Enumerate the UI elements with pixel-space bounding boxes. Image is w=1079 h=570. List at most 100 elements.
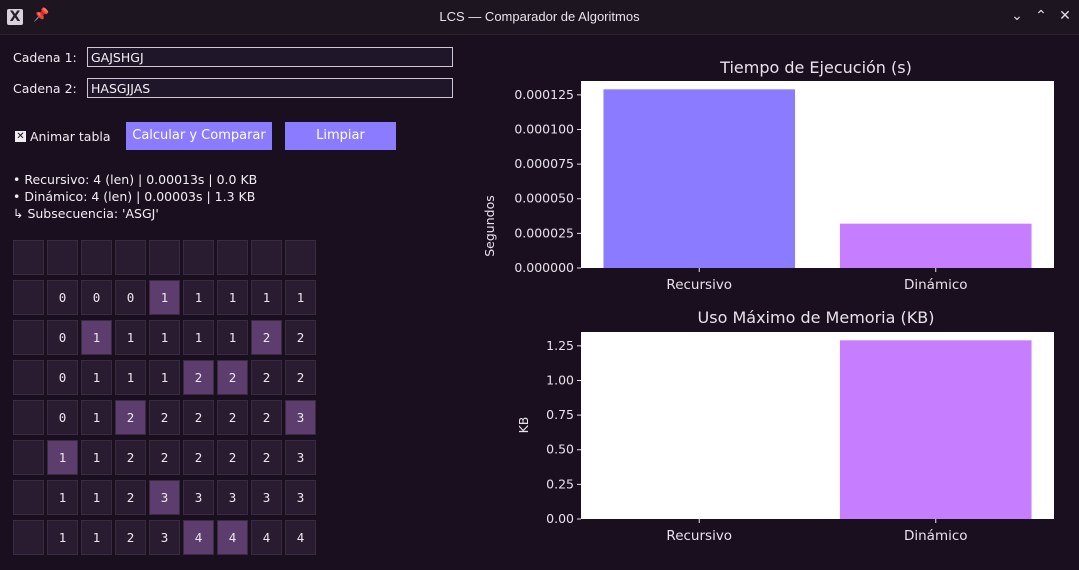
cadena2-input[interactable]: [87, 78, 453, 98]
table-cell: 2: [217, 400, 248, 435]
table-cell: 4: [217, 520, 248, 555]
table-cell: 2: [251, 440, 282, 475]
table-cell: [13, 480, 44, 515]
table-cell: 2: [285, 320, 316, 355]
table-cell: 2: [149, 400, 180, 435]
cadena1-input[interactable]: [87, 47, 453, 67]
table-cell: 1: [115, 320, 146, 355]
y-tick-label: 0.000050: [514, 191, 574, 206]
chart-title: Tiempo de Ejecución (s): [719, 58, 912, 77]
result-recursive: • Recursivo: 4 (len) | 0.00013s | 0.0 KB: [13, 172, 258, 187]
time-chart: Tiempo de Ejecución (s) 0.000000 0.000025…: [482, 58, 1054, 293]
table-cell: [183, 240, 214, 275]
table-cell: 1: [47, 520, 78, 555]
table-cell: 1: [217, 320, 248, 355]
table-cell: 1: [47, 480, 78, 515]
table-cell: [13, 440, 44, 475]
table-cell: 3: [149, 520, 180, 555]
maximize-icon[interactable]: ⌃: [1031, 6, 1051, 26]
y-tick-label: 0.000100: [514, 121, 574, 136]
table-cell: [285, 240, 316, 275]
table-cell: 3: [285, 400, 316, 435]
table-cell: [13, 280, 44, 315]
table-cell: 2: [183, 400, 214, 435]
table-cell: 2: [115, 520, 146, 555]
x-tick-label: Recursivo: [666, 277, 732, 293]
table-cell: 1: [149, 280, 180, 315]
table-cell: 1: [81, 480, 112, 515]
table-cell: 2: [285, 360, 316, 395]
table-cell: 1: [183, 280, 214, 315]
table-cell: 2: [115, 400, 146, 435]
table-cell: 1: [81, 520, 112, 555]
table-cell: 1: [81, 320, 112, 355]
y-axis-label: KB: [516, 417, 531, 434]
table-cell: 3: [285, 480, 316, 515]
table-cell: 1: [81, 400, 112, 435]
table-cell: 4: [183, 520, 214, 555]
table-cell: 2: [217, 360, 248, 395]
table-cell: 0: [47, 360, 78, 395]
table-cell: 4: [251, 520, 282, 555]
table-cell: [13, 400, 44, 435]
table-cell: 2: [183, 360, 214, 395]
table-cell: 4: [285, 520, 316, 555]
table-cell: 3: [149, 480, 180, 515]
chart-title: Uso Máximo de Memoria (KB): [698, 308, 935, 327]
y-tick-label: 0.50: [546, 442, 574, 457]
table-cell: 2: [149, 440, 180, 475]
y-tick-label: 1.00: [546, 372, 574, 387]
table-cell: 3: [285, 440, 316, 475]
table-cell: 1: [81, 360, 112, 395]
table-cell: 0: [115, 280, 146, 315]
minimize-icon[interactable]: ⌄: [1007, 6, 1027, 26]
animate-label: Animar tabla: [30, 129, 111, 144]
y-tick-label: 0.00: [546, 511, 574, 526]
y-tick-label: 0.000025: [514, 225, 574, 240]
table-cell: 1: [149, 320, 180, 355]
table-cell: 1: [251, 280, 282, 315]
table-cell: 1: [81, 440, 112, 475]
table-cell: 3: [217, 480, 248, 515]
bar-dinámico: [839, 223, 1032, 268]
title-bar: X 📌 LCS — Comparador de Algoritmos ⌄ ⌃ ✕: [0, 0, 1079, 35]
y-tick-label: 0.25: [546, 476, 574, 491]
y-tick-label: 0.75: [546, 407, 574, 422]
close-icon[interactable]: ✕: [1055, 6, 1075, 26]
table-cell: 1: [149, 360, 180, 395]
table-cell: 0: [47, 280, 78, 315]
table-cell: [13, 240, 44, 275]
table-cell: [81, 240, 112, 275]
table-cell: 1: [285, 280, 316, 315]
result-dynamic: • Dinámico: 4 (len) | 0.00003s | 1.3 KB: [13, 189, 256, 204]
table-cell: 1: [183, 320, 214, 355]
table-cell: [149, 240, 180, 275]
window-title: LCS — Comparador de Algoritmos: [439, 9, 640, 24]
table-cell: 2: [251, 400, 282, 435]
memory-chart: Uso Máximo de Memoria (KB) 0.00 0.25 0.50 0…: [516, 308, 1054, 544]
table-cell: 1: [115, 360, 146, 395]
x-tick-label: Recursivo: [666, 528, 732, 544]
table-cell: 2: [115, 440, 146, 475]
table-cell: 1: [217, 280, 248, 315]
table-cell: [13, 320, 44, 355]
table-cell: 2: [251, 320, 282, 355]
bar-dinámico: [839, 340, 1032, 519]
calculate-button[interactable]: Calcular y Comparar: [126, 122, 272, 150]
result-subsequence: ↳ Subsecuencia: 'ASGJ': [13, 206, 159, 221]
table-cell: 0: [47, 400, 78, 435]
table-cell: [47, 240, 78, 275]
y-axis-label: Segundos: [482, 195, 497, 257]
table-cell: [115, 240, 146, 275]
table-cell: 2: [217, 440, 248, 475]
table-cell: [13, 520, 44, 555]
table-cell: [13, 360, 44, 395]
cadena2-label: Cadena 2:: [13, 81, 77, 96]
y-tick-label: 0.000075: [514, 156, 574, 171]
table-cell: 0: [81, 280, 112, 315]
clear-button[interactable]: Limpiar: [285, 122, 396, 150]
table-cell: 0: [47, 320, 78, 355]
x-tick-label: Dinámico: [904, 528, 968, 544]
table-cell: 3: [251, 480, 282, 515]
animate-checkbox[interactable]: ✕: [15, 131, 26, 142]
